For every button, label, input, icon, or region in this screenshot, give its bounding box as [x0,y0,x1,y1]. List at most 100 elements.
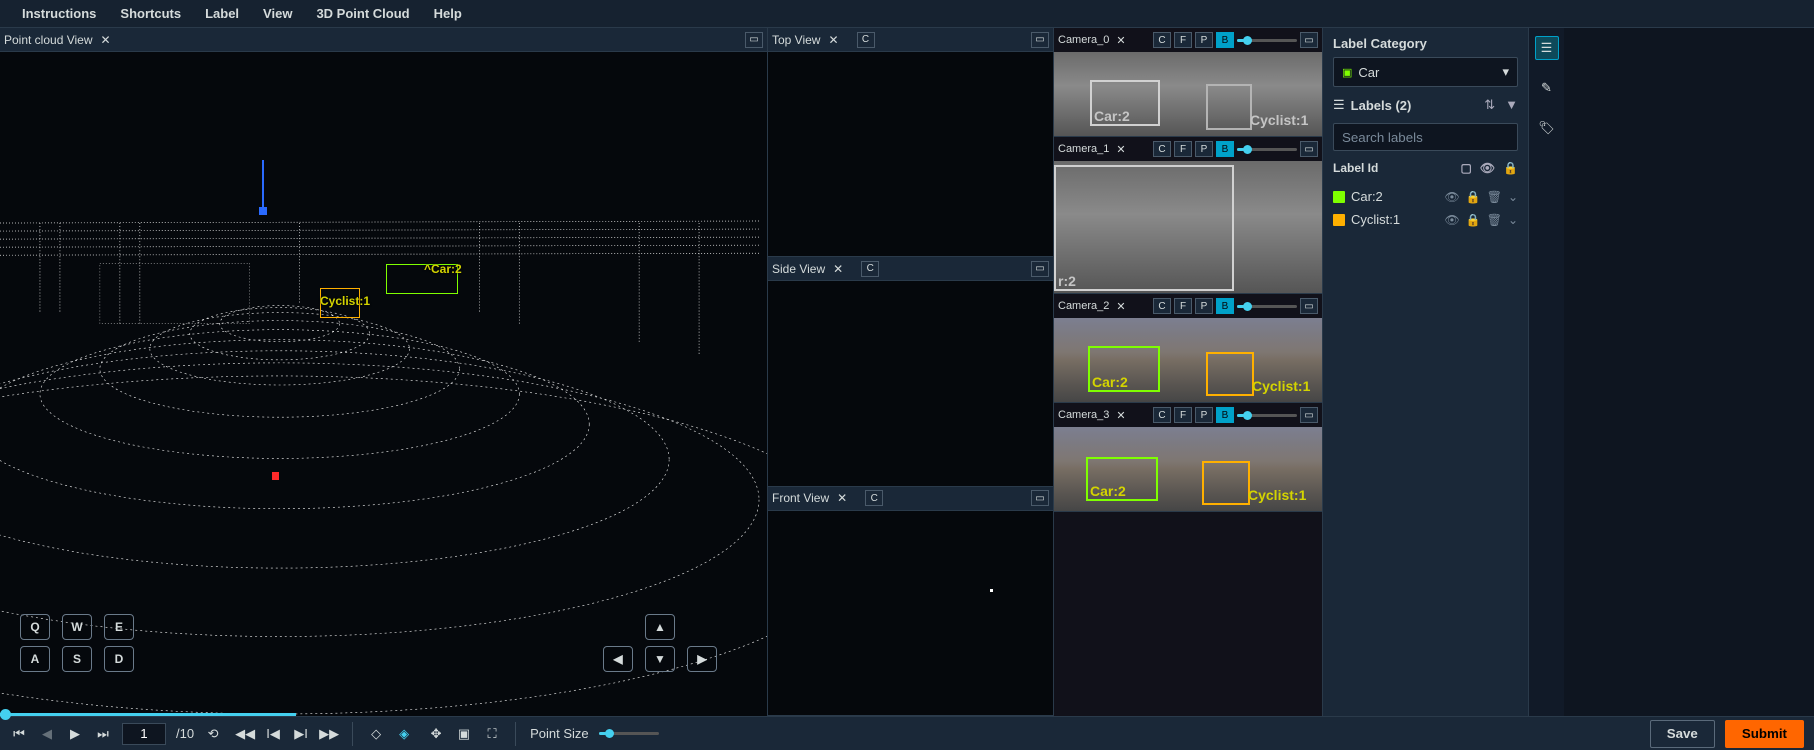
maximize-icon[interactable]: ▭ [1031,490,1049,506]
menu-help[interactable]: Help [422,2,474,25]
timeline-slider[interactable] [0,713,1814,719]
maximize-icon[interactable]: ▭ [1031,32,1049,48]
eye-icon[interactable]: 👁 [1480,161,1495,175]
close-icon[interactable]: ✕ [1112,143,1129,156]
search-labels-input[interactable] [1333,123,1518,151]
step-fwd-icon[interactable]: ▶I [292,725,310,743]
maximize-icon[interactable]: ▭ [1300,298,1318,314]
key-left[interactable]: ◀ [603,646,633,672]
key-e[interactable]: E [104,614,134,640]
play-icon[interactable]: ▶ [66,725,84,743]
maximize-icon[interactable]: ▭ [1031,261,1049,277]
camera-btn-f[interactable]: F [1174,298,1192,314]
menu-label[interactable]: Label [193,2,251,25]
menu-3d-point-cloud[interactable]: 3D Point Cloud [304,2,421,25]
lock-icon[interactable]: 🔒 [1503,161,1518,175]
camera-btn-b[interactable]: B [1216,32,1234,48]
label-category-dropdown[interactable]: ▣ Car ▾ [1333,57,1518,87]
camera-toggle-button[interactable]: C [865,490,883,506]
camera-btn-b[interactable]: B [1216,407,1234,423]
camera-btn-b[interactable]: B [1216,141,1234,157]
camera-btn-p[interactable]: P [1195,32,1213,48]
label-row[interactable]: Car:2 👁 🔒 🗑 ⌄ [1333,185,1518,208]
camera-brightness-slider[interactable] [1237,148,1297,151]
car-bbox[interactable]: Car:2 [1088,346,1160,392]
camera-btn-c[interactable]: C [1153,298,1171,314]
skip-fwd-icon[interactable]: ▶▶ [320,725,338,743]
close-icon[interactable]: ✕ [824,33,842,47]
key-down[interactable]: ▼ [645,646,675,672]
camera-btn-c[interactable]: C [1153,407,1171,423]
menu-view[interactable]: View [251,2,304,25]
camera-brightness-slider[interactable] [1237,414,1297,417]
key-right[interactable]: ▶ [687,646,717,672]
refresh-icon[interactable]: ⟲ [204,725,222,743]
maximize-icon[interactable]: ▭ [1300,141,1318,157]
hide-icon[interactable]: 👁 [1445,213,1460,227]
camera-viewport[interactable]: Car:2 Cyclist:1 [1054,318,1322,402]
cyclist-bbox[interactable]: Cyclist:1 [1206,84,1252,130]
camera-btn-b[interactable]: B [1216,298,1234,314]
point-size-slider[interactable] [599,732,659,735]
last-frame-icon[interactable]: ⏭ [94,725,112,743]
camera-btn-p[interactable]: P [1195,141,1213,157]
panel-toggle-icon[interactable]: ☰ [1535,36,1559,60]
close-icon[interactable]: ✕ [1112,34,1129,47]
key-q[interactable]: Q [20,614,50,640]
camera-brightness-slider[interactable] [1237,305,1297,308]
edit-icon[interactable]: ✎ [1535,76,1559,100]
hide-icon[interactable]: 👁 [1445,190,1460,204]
camera-toggle-button[interactable]: C [857,32,875,48]
close-icon[interactable]: ✕ [1112,409,1129,422]
camera-viewport[interactable]: Car:2 Cyclist:1 [1054,52,1322,136]
fit-icon[interactable]: ▣ [455,725,473,743]
car-bbox[interactable]: Car:2 [1090,80,1160,126]
camera-viewport[interactable]: Car:2 Cyclist:1 [1054,427,1322,511]
camera-btn-f[interactable]: F [1174,407,1192,423]
key-up[interactable]: ▲ [645,614,675,640]
save-button[interactable]: Save [1650,720,1715,748]
key-d[interactable]: D [104,646,134,672]
skip-back-icon[interactable]: ◀◀ [236,725,254,743]
car-bbox[interactable]: Car:2 [1086,457,1158,501]
filter-icon[interactable]: ▼ [1505,97,1518,113]
submit-button[interactable]: Submit [1725,720,1804,748]
maximize-icon[interactable]: ▭ [1300,32,1318,48]
camera-toggle-button[interactable]: C [861,261,879,277]
sort-icon[interactable]: ⇅ [1484,97,1495,113]
close-icon[interactable]: ✕ [1112,300,1129,313]
tag-rail-icon[interactable]: 🏷 [1535,116,1559,140]
frame-number-input[interactable] [122,723,166,745]
lock-icon[interactable]: 🔒 [1466,190,1481,204]
chevron-down-icon[interactable]: ⌄ [1508,213,1518,227]
key-a[interactable]: A [20,646,50,672]
close-icon[interactable]: ✕ [97,33,115,47]
menu-shortcuts[interactable]: Shortcuts [108,2,193,25]
cyclist-bbox[interactable]: Cyclist:1 [1202,461,1250,505]
key-s[interactable]: S [62,646,92,672]
top-view-viewport[interactable] [768,52,1053,256]
maximize-icon[interactable]: ▭ [745,32,763,48]
step-back-icon[interactable]: I◀ [264,725,282,743]
move-icon[interactable]: ✥ [427,725,445,743]
camera-btn-c[interactable]: C [1153,32,1171,48]
delete-icon[interactable]: 🗑 [1487,190,1502,204]
camera-btn-p[interactable]: P [1195,407,1213,423]
lock-icon[interactable]: 🔒 [1466,213,1481,227]
menu-instructions[interactable]: Instructions [10,2,108,25]
cube-outline-icon[interactable]: ◇ [367,725,385,743]
camera-viewport[interactable]: r:2 [1054,161,1322,293]
front-view-viewport[interactable] [768,511,1053,715]
cyclist-bbox[interactable]: Cyclist:1 [1206,352,1254,396]
camera-brightness-slider[interactable] [1237,39,1297,42]
prev-frame-icon[interactable]: ◀ [38,725,56,743]
camera-btn-f[interactable]: F [1174,32,1192,48]
close-icon[interactable]: ✕ [829,262,847,276]
first-frame-icon[interactable]: ⏮ [10,725,28,743]
tag-icon[interactable]: ▢ [1460,161,1471,175]
camera-btn-c[interactable]: C [1153,141,1171,157]
camera-btn-p[interactable]: P [1195,298,1213,314]
pointcloud-viewport[interactable]: ^Car:2 Cyclist:1 Q W E A S D ▲ ◀ ▼ ▶ [0,52,767,716]
car-bbox[interactable]: r:2 [1054,165,1234,291]
delete-icon[interactable]: 🗑 [1487,213,1502,227]
